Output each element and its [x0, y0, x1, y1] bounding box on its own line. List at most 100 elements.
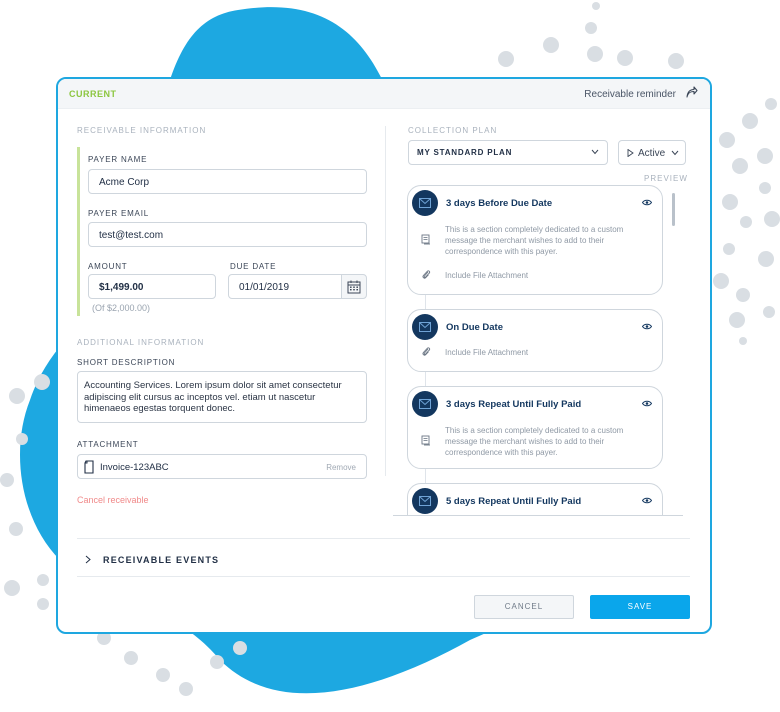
step-badge: [412, 314, 438, 340]
plan-select-value: MY STANDARD PLAN: [417, 148, 513, 157]
attachment-label: ATTACHMENT: [77, 440, 139, 449]
amount-label: AMOUNT: [88, 262, 128, 271]
play-icon: [627, 149, 634, 157]
receivable-card: CURRENT Receivable reminder RECEIVABLE I…: [56, 77, 712, 634]
payer-email-input[interactable]: test@test.com: [88, 222, 367, 247]
decor-dot: [16, 433, 28, 445]
receivable-info-title: RECEIVABLE INFORMATION: [77, 126, 207, 135]
step-message: This is a section completely dedicated t…: [445, 225, 624, 256]
due-date-label: DUE DATE: [230, 262, 277, 271]
decor-dot: [498, 51, 514, 67]
timeline-step[interactable]: 5 days Repeat Until Fully Paid: [407, 483, 663, 515]
preview-label: PREVIEW: [644, 174, 688, 183]
receivable-events-toggle[interactable]: RECEIVABLE EVENTS: [103, 555, 219, 565]
step-attachment[interactable]: Include File Attachment: [445, 271, 528, 280]
decor-dot: [722, 194, 738, 210]
calendar-icon: [347, 280, 361, 293]
eye-icon[interactable]: [642, 497, 652, 504]
decor-dot: [740, 216, 752, 228]
decor-dot: [0, 473, 14, 487]
timeline-step[interactable]: 3 days Before Due Date This is a section…: [407, 185, 663, 295]
message-icon: [421, 435, 430, 446]
share-icon[interactable]: [684, 86, 698, 100]
document-icon: [84, 460, 94, 474]
amount-input[interactable]: $1,499.00: [88, 274, 216, 299]
short-description-textarea[interactable]: Accounting Services. Lorem ipsum dolor s…: [77, 371, 367, 423]
collection-timeline[interactable]: 3 days Before Due Date This is a section…: [393, 185, 685, 515]
chevron-down-icon: [671, 150, 679, 156]
paperclip-icon: [422, 270, 431, 279]
due-date-input[interactable]: 01/01/2019: [228, 274, 342, 299]
decor-dot: [179, 682, 193, 696]
cancel-button[interactable]: CANCEL: [474, 595, 574, 619]
chevron-right-icon[interactable]: [85, 555, 91, 564]
decor-dot: [587, 46, 603, 62]
decor-dot: [37, 574, 49, 586]
decor-dot: [723, 243, 735, 255]
message-icon: [421, 234, 430, 245]
divider: [77, 538, 690, 539]
decor-dot: [739, 337, 747, 345]
timeline-scrollbar[interactable]: [672, 193, 675, 226]
plan-status-value: Active: [638, 148, 666, 159]
timeline-bottom-border: [393, 515, 683, 516]
chevron-down-icon: [591, 149, 599, 155]
additional-info-title: ADDITIONAL INFORMATION: [77, 338, 205, 347]
decor-dot: [543, 37, 559, 53]
save-button[interactable]: SAVE: [590, 595, 690, 619]
decor-dot: [668, 53, 684, 69]
card-header: CURRENT Receivable reminder: [58, 79, 710, 109]
decor-dot: [124, 651, 138, 665]
step-badge: [412, 488, 438, 514]
eye-icon[interactable]: [642, 199, 652, 206]
decor-dot: [592, 2, 600, 10]
amount-total-note: (Of $2,000.00): [92, 303, 151, 313]
decor-dot: [763, 306, 775, 318]
envelope-icon: [419, 322, 431, 332]
decor-dot: [4, 580, 20, 596]
eye-icon[interactable]: [642, 323, 652, 330]
step-badge: [412, 190, 438, 216]
decor-dot: [729, 312, 745, 328]
envelope-icon: [419, 198, 431, 208]
collection-plan-title: COLLECTION PLAN: [408, 126, 498, 135]
eye-icon[interactable]: [642, 400, 652, 407]
decor-dot: [765, 98, 777, 110]
decor-dot: [210, 655, 224, 669]
calendar-button[interactable]: [341, 274, 367, 299]
decor-dot: [713, 273, 729, 289]
payer-email-label: PAYER EMAIL: [88, 209, 149, 218]
remove-attachment-link[interactable]: Remove: [326, 463, 356, 472]
paperclip-icon: [422, 347, 431, 356]
payer-name-label: PAYER NAME: [88, 155, 148, 164]
decor-dot: [233, 641, 247, 655]
step-title: On Due Date: [446, 322, 504, 333]
attachment-file-name: Invoice-123ABC: [100, 462, 169, 473]
decor-dot: [617, 50, 633, 66]
decor-dot: [742, 113, 758, 129]
receivable-reminder-link[interactable]: Receivable reminder: [584, 89, 676, 100]
step-message: This is a section completely dedicated t…: [445, 426, 624, 457]
step-title: 5 days Repeat Until Fully Paid: [446, 496, 582, 507]
cancel-receivable-link[interactable]: Cancel receivable: [77, 495, 149, 505]
divider: [77, 576, 690, 577]
accent-bar: [77, 147, 80, 316]
decor-dot: [9, 388, 25, 404]
attachment-field[interactable]: Invoice-123ABC Remove: [77, 454, 367, 479]
column-divider: [385, 126, 386, 476]
short-description-label: SHORT DESCRIPTION: [77, 358, 176, 367]
step-attachment[interactable]: Include File Attachment: [445, 348, 528, 357]
step-title: 3 days Repeat Until Fully Paid: [446, 399, 582, 410]
decor-dot: [585, 22, 597, 34]
plan-status-select[interactable]: Active: [618, 140, 686, 165]
envelope-icon: [419, 399, 431, 409]
decor-dot: [156, 668, 170, 682]
plan-select[interactable]: MY STANDARD PLAN: [408, 140, 608, 165]
step-badge: [412, 391, 438, 417]
decor-dot: [34, 374, 50, 390]
decor-dot: [764, 211, 780, 227]
timeline-step[interactable]: On Due Date Include File Attachment: [407, 309, 663, 372]
decor-dot: [759, 182, 771, 194]
timeline-step[interactable]: 3 days Repeat Until Fully Paid This is a…: [407, 386, 663, 469]
payer-name-input[interactable]: Acme Corp: [88, 169, 367, 194]
